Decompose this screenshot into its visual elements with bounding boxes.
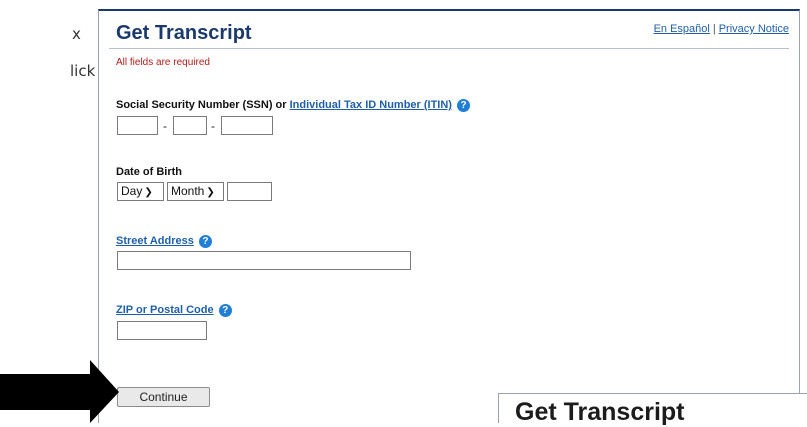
dob-month-select[interactable]: Month ❯	[167, 182, 224, 201]
help-icon[interactable]: ?	[457, 99, 471, 112]
ssn-label-text: Social Security Number (SSN) or	[116, 99, 290, 111]
link-separator: |	[712, 23, 716, 35]
zip-code-link[interactable]: ZIP or Postal Code	[116, 304, 214, 316]
instruction-text-fragment: x	[72, 25, 81, 43]
zip-code-input[interactable]	[117, 321, 207, 340]
help-icon[interactable]: ?	[198, 235, 212, 248]
ssn-label: Social Security Number (SSN) or Individu…	[116, 99, 471, 112]
dob-year-input[interactable]	[227, 182, 272, 201]
privacy-notice-link[interactable]: Privacy Notice	[719, 23, 789, 35]
street-address-input[interactable]	[117, 251, 411, 270]
form-title: Get Transcript	[116, 22, 252, 44]
chevron-down-icon: ❯	[144, 187, 153, 198]
ssn-part-3-input[interactable]	[221, 116, 273, 135]
continue-button[interactable]: Continue	[117, 387, 210, 407]
chevron-down-icon: ❯	[206, 187, 215, 198]
pointer-arrow-icon	[0, 360, 119, 423]
street-address-label: Street Address ?	[116, 235, 212, 248]
dob-label: Date of Birth	[116, 166, 182, 178]
zip-label: ZIP or Postal Code ?	[116, 304, 232, 317]
ssn-part-2-input[interactable]	[173, 116, 207, 135]
title-divider	[109, 48, 789, 49]
ssn-dash: -	[211, 119, 215, 133]
top-links: En Español | Privacy Notice	[654, 23, 789, 35]
dob-month-value: Month	[171, 184, 205, 198]
dob-day-select[interactable]: Day ❯	[117, 182, 164, 201]
help-icon[interactable]: ?	[218, 304, 232, 317]
spanish-link[interactable]: En Español	[654, 23, 710, 35]
required-fields-note: All fields are required	[116, 57, 210, 68]
overlapping-screenshot: Get Transcript	[498, 393, 807, 426]
street-address-link[interactable]: Street Address	[116, 235, 194, 247]
instruction-text-fragment: lick	[70, 62, 96, 80]
ssn-dash: -	[163, 119, 167, 133]
ssn-part-1-input[interactable]	[117, 116, 158, 135]
itin-link[interactable]: Individual Tax ID Number (ITIN)	[290, 99, 452, 111]
get-transcript-form: Get Transcript En Español | Privacy Notice…	[98, 9, 800, 423]
dob-day-value: Day	[121, 184, 143, 198]
